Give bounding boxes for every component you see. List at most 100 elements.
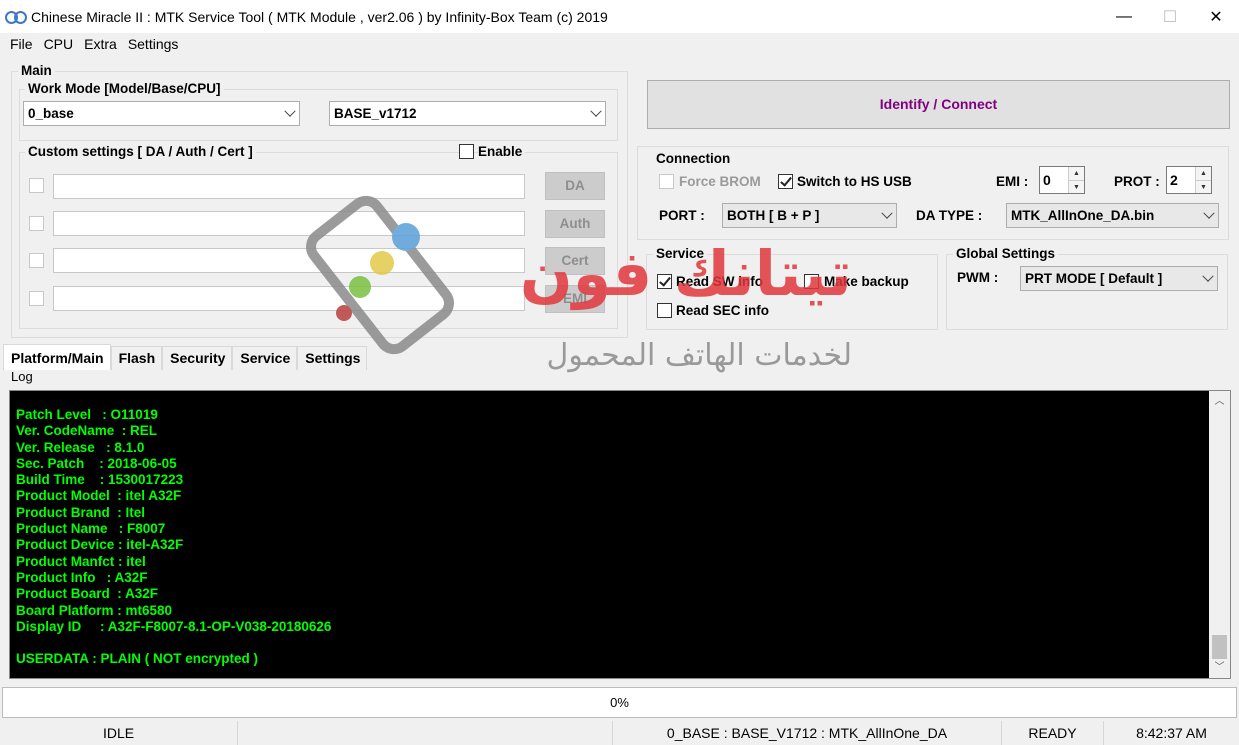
model-select[interactable]: 0_base — [23, 101, 300, 126]
status-ready: READY — [1002, 721, 1104, 745]
log-line: USERDATA : PLAIN ( NOT encrypted ) — [16, 651, 259, 667]
log-line: Display ID : A32F-F8007-8.1-OP-V038-2018… — [16, 618, 332, 634]
log-line: Ver. CodeName : REL — [16, 423, 158, 439]
emi-button[interactable]: EMI — [545, 285, 605, 313]
force-brom-checkbox[interactable] — [659, 174, 674, 189]
da-path-field[interactable] — [53, 174, 525, 199]
maximize-button[interactable]: ☐ — [1147, 0, 1193, 33]
da-type-select[interactable]: MTK_AllInOne_DA.bin — [1006, 203, 1219, 228]
da-button[interactable]: DA — [545, 172, 605, 200]
chevron-down-icon — [1202, 270, 1214, 282]
service-label: Service — [653, 246, 708, 261]
progress-bar: 0% — [2, 687, 1237, 718]
prot-spinner[interactable]: 2 ▲ ▼ — [1166, 166, 1212, 194]
enable-checkbox[interactable] — [459, 144, 474, 159]
make-backup-label: Make backup — [824, 274, 909, 289]
menu-extra[interactable]: Extra — [74, 34, 117, 56]
identify-connect-button[interactable]: Identify / Connect — [647, 80, 1230, 129]
window-title: Chinese Miracle II : MTK Service Tool ( … — [31, 8, 608, 25]
pwm-label: PWM : — [957, 270, 999, 285]
spin-down-icon[interactable]: ▼ — [1196, 180, 1211, 193]
log-line: Product Board : A32F — [16, 586, 159, 602]
log-line: Product Model : itel A32F — [16, 488, 182, 504]
title-bar: Chinese Miracle II : MTK Service Tool ( … — [0, 0, 1239, 33]
tab-settings[interactable]: Settings — [297, 346, 368, 370]
scroll-down-icon[interactable]: ﹀ — [1209, 659, 1230, 676]
menu-settings[interactable]: Settings — [118, 34, 179, 56]
emi-path-field[interactable] — [53, 286, 525, 311]
tab-bar: Platform/Main Flash Security Service Set… — [3, 344, 368, 370]
log-line: Board Platform : mt6580 — [16, 602, 173, 618]
infinity-app-icon — [5, 10, 27, 24]
spin-down-icon[interactable]: ▼ — [1069, 180, 1084, 193]
connection-label: Connection — [653, 151, 734, 166]
log-line: Patch Level : O11019 — [16, 407, 158, 422]
work-mode-label: Work Mode [Model/Base/CPU] — [25, 81, 224, 96]
log-label: Log — [11, 369, 33, 384]
prot-label: PROT : — [1114, 174, 1160, 189]
scroll-thumb[interactable] — [1212, 635, 1227, 659]
auth-button[interactable]: Auth — [545, 210, 605, 238]
log-line: Product Brand : Itel — [16, 504, 146, 520]
log-scrollbar[interactable]: ︿ ﹀ — [1209, 391, 1230, 678]
service-group — [646, 254, 938, 330]
auth-checkbox[interactable] — [29, 216, 44, 231]
custom-settings-label: Custom settings [ DA / Auth / Cert ] — [25, 144, 256, 159]
menu-file[interactable]: File — [0, 34, 33, 56]
da-type-label: DA TYPE : — [916, 208, 983, 223]
model-select-value: 0_base — [28, 106, 74, 121]
enable-label: Enable — [478, 144, 526, 159]
minimize-button[interactable]: — — [1101, 0, 1147, 33]
port-label: PORT : — [659, 208, 705, 223]
log-line: Ver. Release : 8.1.0 — [16, 439, 145, 455]
da-type-select-value: MTK_AllInOne_DA.bin — [1011, 208, 1155, 223]
log-console[interactable]: Patch Level : O11019 Ver. CodeName : REL V… — [9, 390, 1231, 679]
log-line: Product Info : A32F — [16, 569, 148, 585]
log-line: Build Time : 1530017223 — [16, 472, 184, 488]
chevron-down-icon — [590, 105, 602, 117]
spin-up-icon[interactable]: ▲ — [1196, 167, 1211, 180]
auth-path-field[interactable] — [53, 211, 525, 236]
switch-hs-usb-checkbox[interactable] — [778, 174, 793, 189]
switch-hs-usb-label: Switch to HS USB — [797, 174, 912, 189]
cert-path-field[interactable] — [53, 248, 525, 273]
base-select[interactable]: BASE_v1712 — [329, 101, 606, 126]
tab-flash[interactable]: Flash — [110, 346, 163, 370]
menu-cpu[interactable]: CPU — [34, 34, 74, 56]
log-line: Product Manfct : itel — [16, 553, 146, 569]
log-line: Product Name : F8007 — [16, 521, 166, 537]
watermark-tagline: لخدمات الهاتف المحمول — [547, 338, 852, 373]
log-lines: Patch Level : O11019 Ver. CodeName : REL V… — [16, 407, 331, 668]
cert-checkbox[interactable] — [29, 253, 44, 268]
tab-service[interactable]: Service — [232, 346, 298, 370]
status-bar: IDLE 0_BASE : BASE_V1712 : MTK_AllInOne_… — [0, 721, 1239, 745]
menu-bar: File CPU Extra Settings — [0, 34, 179, 56]
read-sw-info-label: Read SW info — [676, 274, 763, 289]
base-select-value: BASE_v1712 — [334, 106, 417, 121]
status-config: 0_BASE : BASE_V1712 : MTK_AllInOne_DA — [613, 721, 1002, 745]
emi-spinner[interactable]: 0 ▲ ▼ — [1039, 166, 1085, 194]
cert-button[interactable]: Cert — [545, 247, 605, 275]
tab-platform-main[interactable]: Platform/Main — [3, 344, 111, 370]
read-sec-info-checkbox[interactable] — [657, 303, 672, 318]
da-checkbox[interactable] — [29, 178, 44, 193]
emi-label: EMI : — [996, 174, 1029, 189]
tab-security[interactable]: Security — [162, 346, 233, 370]
emi-checkbox[interactable] — [29, 291, 44, 306]
read-sec-info-label: Read SEC info — [676, 303, 770, 318]
make-backup-checkbox[interactable] — [804, 274, 819, 289]
read-sw-info-checkbox[interactable] — [657, 274, 672, 289]
chevron-down-icon — [284, 105, 296, 117]
chevron-down-icon — [881, 207, 893, 219]
close-button[interactable]: ✕ — [1193, 0, 1239, 33]
pwm-select-value: PRT MODE [ Default ] — [1025, 271, 1163, 286]
status-empty — [238, 721, 613, 745]
main-group-label: Main — [18, 63, 55, 78]
pwm-select[interactable]: PRT MODE [ Default ] — [1020, 266, 1218, 291]
port-select[interactable]: BOTH [ B + P ] — [722, 203, 897, 228]
emi-value: 0 — [1043, 172, 1051, 188]
scroll-up-icon[interactable]: ︿ — [1209, 393, 1230, 410]
port-select-value: BOTH [ B + P ] — [727, 208, 820, 223]
spin-up-icon[interactable]: ▲ — [1069, 167, 1084, 180]
